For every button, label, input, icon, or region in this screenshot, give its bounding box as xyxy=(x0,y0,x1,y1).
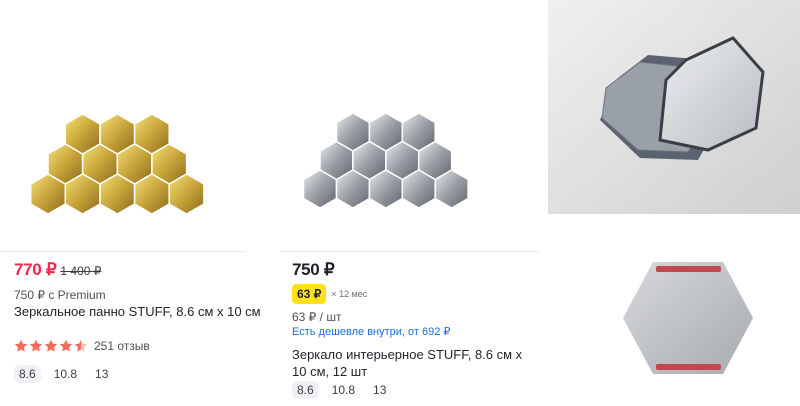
size-chip-10-8[interactable]: 10.8 xyxy=(49,365,82,383)
current-price: 750 ₽ xyxy=(292,260,335,279)
current-price: 770 ₽ xyxy=(14,260,57,279)
old-price: 1 400 ₽ xyxy=(60,264,102,278)
hexagon-mirror-back-tape-icon xyxy=(623,262,753,374)
product-title[interactable]: Зеркало интерьерное STUFF, 8.6 см х 10 с… xyxy=(292,346,538,380)
star-icon xyxy=(44,339,58,352)
star-icon xyxy=(29,339,43,352)
star-icon xyxy=(59,339,73,352)
silver-hexagon-mirror-icon xyxy=(302,112,469,209)
product-card-2[interactable]: 750 ₽ 63 ₽ × 12 мес 63 ₽ / шт Есть дешев… xyxy=(280,0,542,406)
price-row: 770 ₽ 1 400 ₽ xyxy=(14,260,101,280)
stacked-hexagon-mirrors-icon xyxy=(548,0,800,214)
installment-term: × 12 мес xyxy=(331,289,368,299)
rating: 251 отзыв xyxy=(14,339,150,353)
product-image-gold-mirrors[interactable] xyxy=(0,62,245,252)
size-chip-8-6[interactable]: 8.6 xyxy=(292,381,319,399)
size-chip-8-6[interactable]: 8.6 xyxy=(14,365,41,383)
size-chip-10-8[interactable]: 10.8 xyxy=(327,381,360,399)
installment-offer[interactable]: 63 ₽ × 12 мес xyxy=(292,284,367,304)
hexagon-mirror-back-tape-photo[interactable] xyxy=(548,228,800,406)
product-title[interactable]: Зеркальное панно STUFF, 8.6 см х 10 см xyxy=(14,303,269,320)
size-chip-13[interactable]: 13 xyxy=(368,381,391,399)
star-icon xyxy=(14,339,28,352)
stacked-hexagon-mirrors-photo[interactable] xyxy=(548,0,800,214)
review-count[interactable]: 251 отзыв xyxy=(94,339,150,353)
size-chip-13[interactable]: 13 xyxy=(90,365,113,383)
product-image-silver-mirrors[interactable] xyxy=(280,62,540,252)
price-row: 750 ₽ xyxy=(292,260,335,280)
size-options: 8.6 10.8 13 xyxy=(14,365,113,383)
gold-hexagon-mirror-icon xyxy=(29,113,205,215)
cheaper-inside-link[interactable]: Есть дешевле внутри, от 692 ₽ xyxy=(292,325,450,338)
premium-price: 750 ₽ с Premium xyxy=(14,288,106,302)
product-card-1[interactable]: 770 ₽ 1 400 ₽ 750 ₽ с Premium Зеркальное… xyxy=(0,0,261,406)
installment-price-badge: 63 ₽ xyxy=(292,284,327,304)
size-options: 8.6 10.8 13 xyxy=(292,381,391,399)
unit-price: 63 ₽ / шт xyxy=(292,310,342,324)
half-star-icon xyxy=(74,339,88,352)
